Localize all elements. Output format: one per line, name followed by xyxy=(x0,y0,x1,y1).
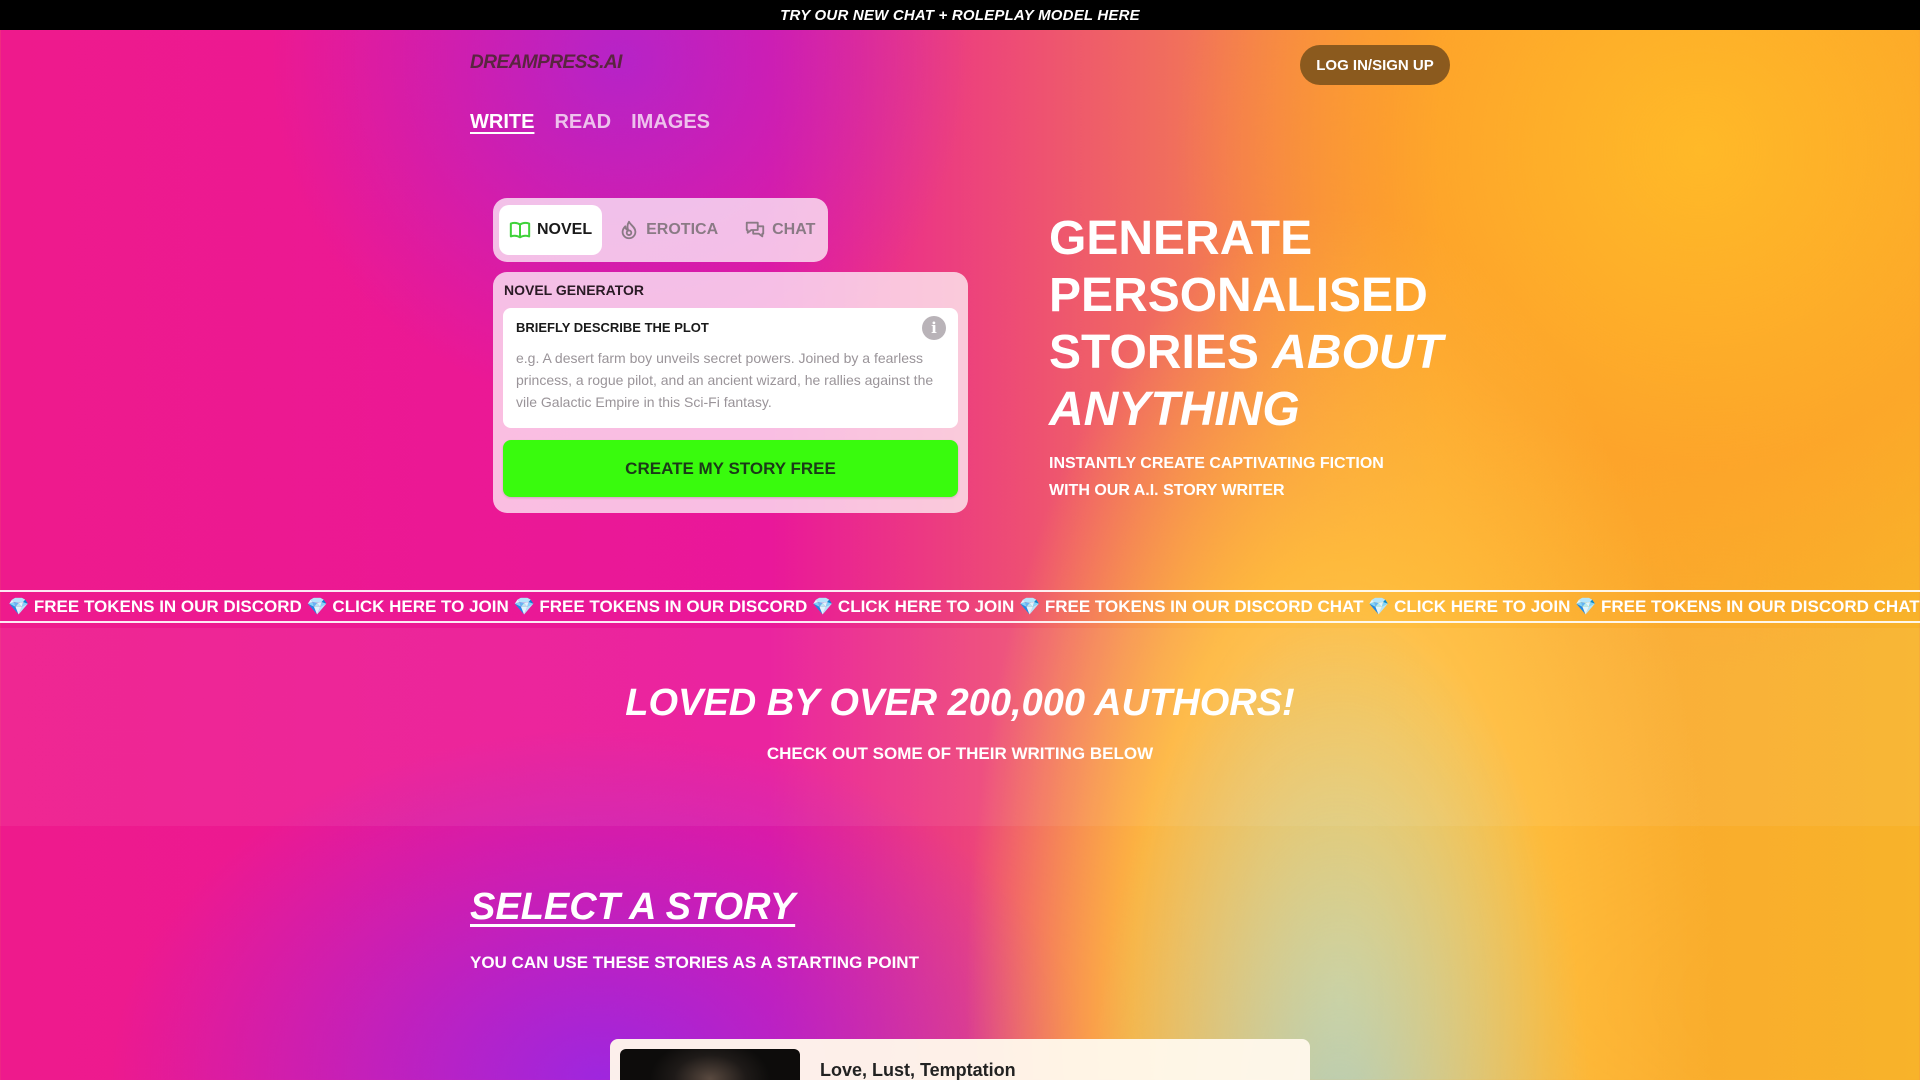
info-icon[interactable]: i xyxy=(922,316,946,340)
tab-novel-label: NOVEL xyxy=(537,221,593,238)
tab-erotica-label: EROTICA xyxy=(646,221,719,238)
story-title[interactable]: Love, Lust, Temptation xyxy=(820,1060,1016,1080)
story-thumbnail[interactable] xyxy=(620,1049,800,1080)
nav-write[interactable]: WRITE xyxy=(470,111,534,134)
story-card[interactable]: Love, Lust, Temptation xyxy=(610,1039,1310,1080)
tab-erotica[interactable]: EROTICA xyxy=(608,205,728,255)
novel-generator-card: NOVEL GENERATOR BRIEFLY DESCRIBE THE PLO… xyxy=(493,272,968,513)
social-proof-band xyxy=(0,628,1920,826)
hero-line-4: ANYTHING xyxy=(1049,381,1449,438)
marquee-text[interactable]: 💎 FREE TOKENS IN OUR DISCORD 💎 CLICK HER… xyxy=(8,597,1920,616)
nav-images[interactable]: IMAGES xyxy=(631,111,710,134)
tab-chat[interactable]: CHAT xyxy=(734,205,825,255)
chat-bubbles-icon xyxy=(745,221,765,238)
plot-input[interactable]: BRIEFLY DESCRIBE THE PLOT i e.g. A deser… xyxy=(503,308,958,428)
promo-banner-text[interactable]: TRY OUR NEW CHAT + ROLEPLAY MODEL HERE xyxy=(780,7,1140,24)
select-story-subtitle: YOU CAN USE THESE STORIES AS A STARTING … xyxy=(470,953,919,972)
select-story-title: SELECT A STORY xyxy=(470,886,796,928)
hero-line-3b: ABOUT xyxy=(1272,326,1443,379)
tab-chat-label: CHAT xyxy=(772,221,816,238)
plot-placeholder[interactable]: e.g. A desert farm boy unveils secret po… xyxy=(516,347,936,413)
nav-read[interactable]: READ xyxy=(554,111,611,134)
promo-banner[interactable]: TRY OUR NEW CHAT + ROLEPLAY MODEL HERE xyxy=(0,0,1920,30)
book-icon xyxy=(509,221,531,239)
create-story-button[interactable]: CREATE MY STORY FREE xyxy=(503,440,958,497)
plot-label: BRIEFLY DESCRIBE THE PLOT xyxy=(516,320,709,335)
discord-marquee[interactable]: 💎 FREE TOKENS IN OUR DISCORD 💎 CLICK HER… xyxy=(0,590,1920,623)
flame-icon xyxy=(621,220,637,240)
hero-line-3: STORIES ABOUT xyxy=(1049,324,1449,381)
social-proof-title: LOVED BY OVER 200,000 AUTHORS! xyxy=(625,682,1295,724)
hero-subtitle: INSTANTLY CREATE CAPTIVATING FICTION WIT… xyxy=(1049,455,1384,499)
social-proof-subtitle: CHECK OUT SOME OF THEIR WRITING BELOW xyxy=(766,744,1154,763)
hero-line-2: PERSONALISED xyxy=(1049,269,1428,322)
hero-headline: GENERATE PERSONALISED STORIES ABOUT ANYT… xyxy=(1049,210,1449,438)
hero-line-3a: STORIES xyxy=(1049,326,1273,379)
site-logo[interactable]: DREAMPRESS.AI xyxy=(470,52,622,74)
hero-line-4-text: ANYTHING xyxy=(1049,383,1300,436)
main-nav: WRITE READ IMAGES xyxy=(470,111,710,134)
tab-novel[interactable]: NOVEL xyxy=(499,205,603,255)
mode-tabs: NOVEL EROTICA CHAT xyxy=(493,198,828,262)
hero-line-1: GENERATE xyxy=(1049,212,1313,265)
login-signup-button[interactable]: LOG IN/SIGN UP xyxy=(1300,45,1450,85)
generator-title: NOVEL GENERATOR xyxy=(504,282,645,298)
